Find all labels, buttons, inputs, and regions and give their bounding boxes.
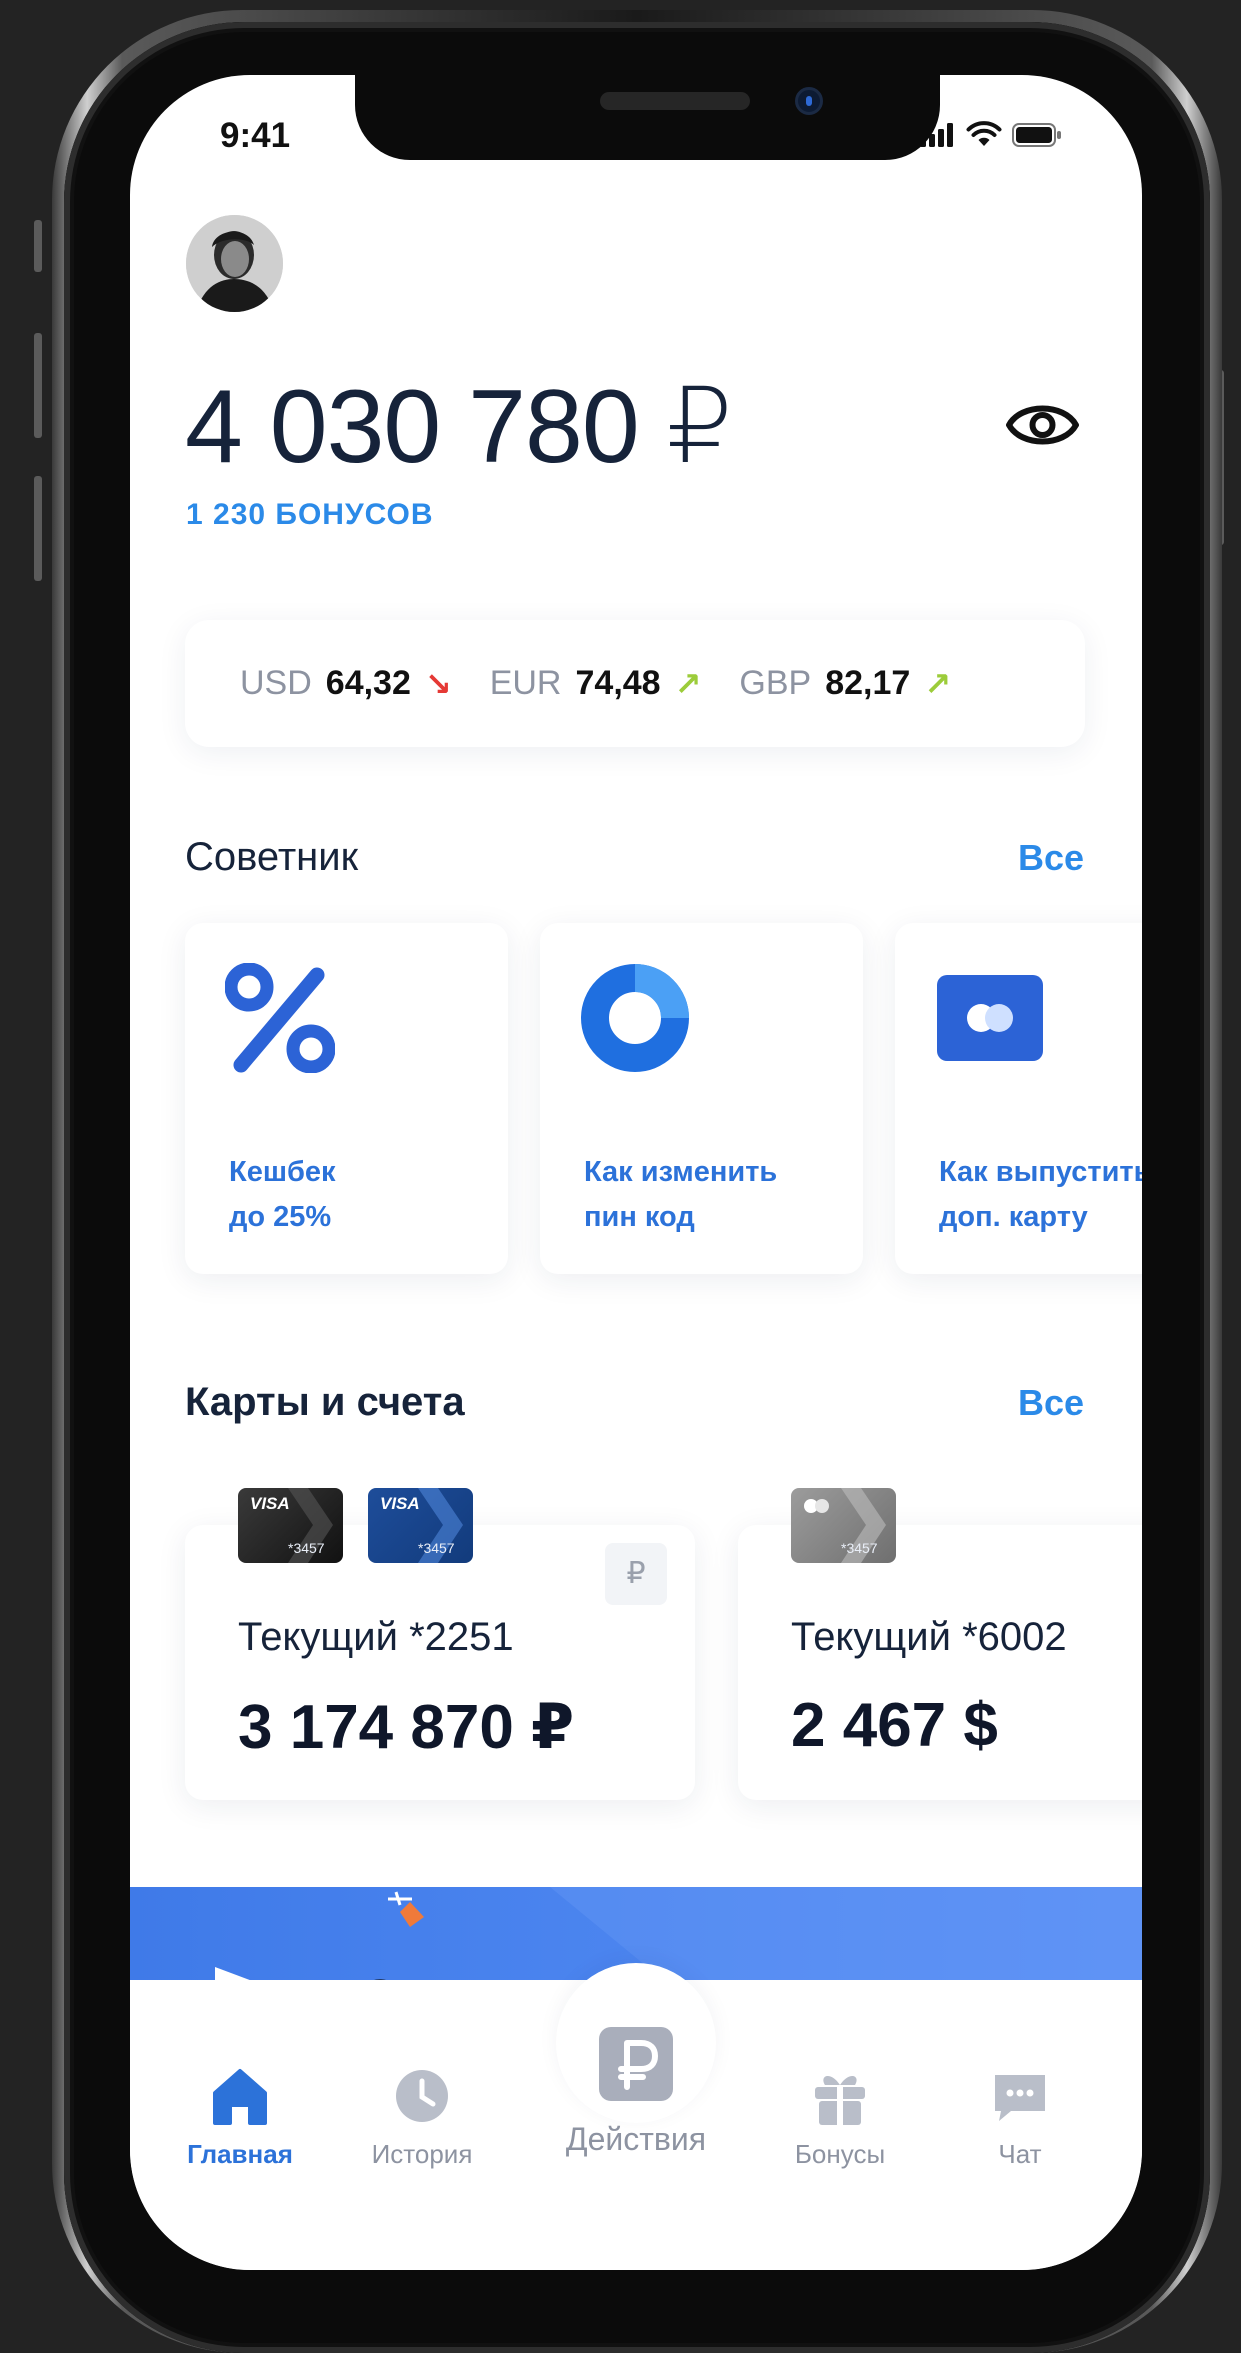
label-line: Кешбек: [229, 1156, 336, 1188]
advisor-card-label: Как изменить пин код: [584, 1150, 777, 1240]
gift-icon: [815, 2075, 865, 2125]
status-time: 9:41: [220, 116, 291, 155]
bank-card-thumbnail[interactable]: VISA *3457: [368, 1488, 473, 1563]
accounts-title: Карты и счета: [185, 1380, 465, 1424]
profile-photo: [186, 215, 283, 312]
card-number: *3457: [288, 1540, 325, 1556]
rate-value: 74,48: [575, 664, 661, 702]
tab-home[interactable]: Главная: [170, 2065, 310, 2170]
account-name: Текущий *2251: [238, 1615, 514, 1659]
rate-usd: USD 64,32 ↘: [240, 664, 452, 703]
battery-icon: [1012, 123, 1061, 147]
advisor-card-cashback[interactable]: Кешбек до 25%: [185, 923, 508, 1274]
bank-card-thumbnail[interactable]: *3457: [791, 1488, 896, 1563]
label-line: доп. карту: [939, 1201, 1088, 1233]
notch: [355, 75, 940, 160]
card-number: *3457: [841, 1540, 878, 1556]
rate-eur: EUR 74,48 ↗: [490, 664, 702, 703]
tab-label: Действия: [565, 2121, 707, 2157]
label-line: Как выпустить: [939, 1156, 1142, 1188]
rate-gbp: GBP 82,17 ↗: [739, 664, 951, 703]
visa-logo: VISA: [250, 1494, 290, 1513]
advisor-card-label: Кешбек до 25%: [229, 1150, 336, 1240]
tab-label: Бонусы: [794, 2139, 886, 2169]
percent-icon: [225, 963, 335, 1073]
avatar[interactable]: [186, 215, 283, 312]
currency-chip: ₽: [605, 1543, 667, 1605]
donut-icon: [581, 964, 689, 1072]
wifi-icon: [966, 121, 1002, 146]
label-line: до 25%: [229, 1201, 332, 1233]
exchange-rates-card[interactable]: USD 64,32 ↘ EUR 74,48 ↗ GBP 82,17 ↗: [185, 620, 1085, 747]
total-balance: 4 030 780 ₽: [185, 369, 733, 485]
tab-actions[interactable]: Действия: [550, 2025, 722, 2158]
tab-label: Главная: [187, 2139, 293, 2169]
advisor-card-label: Как выпустить доп. карту: [939, 1150, 1142, 1240]
advisor-card-pin[interactable]: Как изменить пин код: [540, 923, 863, 1274]
speaker: [600, 92, 750, 110]
bank-card-thumbnail[interactable]: VISA *3457: [238, 1488, 343, 1563]
label-line: Как изменить: [584, 1156, 778, 1188]
account-balance: 2 467 $: [791, 1691, 998, 1760]
ruble-icon: [599, 2027, 673, 2101]
account-balance: 3 174 870 ₽: [238, 1693, 575, 1762]
volume-up-button: [34, 333, 42, 438]
account-name: Текущий *6002: [791, 1615, 1067, 1659]
arrow-up-icon: ↗: [674, 665, 702, 702]
advisor-all-link[interactable]: Все: [1018, 837, 1084, 879]
advisor-card-extra-card[interactable]: Как выпустить доп. карту: [895, 923, 1142, 1274]
tab-label: История: [371, 2139, 473, 2169]
arrow-down-icon: ↘: [424, 665, 452, 702]
tab-label: Чат: [998, 2139, 1042, 2169]
tab-bonuses[interactable]: Бонусы: [770, 2065, 910, 2170]
arrow-up-icon: ↗: [924, 665, 952, 702]
label-line: пин код: [584, 1201, 695, 1233]
eye-icon[interactable]: [1005, 395, 1080, 455]
accounts-all-link[interactable]: Все: [1018, 1382, 1084, 1424]
rate-code: EUR: [489, 664, 562, 702]
tab-chat[interactable]: Чат: [950, 2065, 1090, 2170]
bonus-link[interactable]: 1 230 БОНУСОВ: [186, 498, 434, 532]
volume-down-button: [34, 476, 42, 581]
rate-code: USD: [240, 664, 312, 702]
advisor-title: Советник: [185, 835, 359, 879]
status-icons: [920, 121, 1062, 147]
clock-icon: [396, 2070, 448, 2122]
rate-value: 64,32: [325, 664, 411, 702]
rate-code: GBP: [739, 664, 812, 702]
card-number: *3457: [418, 1540, 455, 1556]
mastercard-logo: [804, 1499, 829, 1513]
chat-icon: [995, 2075, 1045, 2121]
visa-logo: VISA: [380, 1494, 420, 1513]
phone-screen: 9:41 4 030 780 ₽ 1 230 БОНУСОВ USD 64,32…: [130, 75, 1142, 2270]
home-icon: [213, 2069, 267, 2125]
tab-history[interactable]: История: [352, 2065, 492, 2170]
camera: [795, 87, 823, 115]
card-icon: [937, 975, 1043, 1061]
mute-switch: [34, 220, 42, 272]
rate-value: 82,17: [825, 664, 911, 702]
